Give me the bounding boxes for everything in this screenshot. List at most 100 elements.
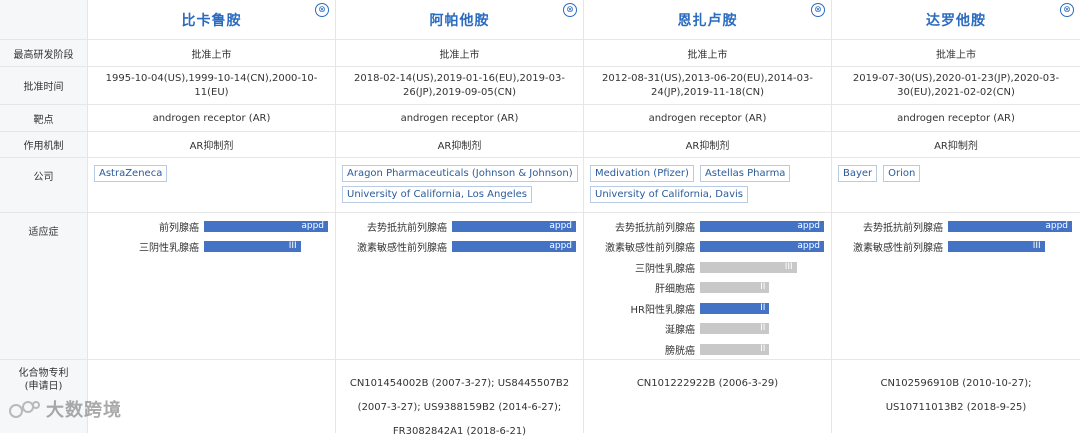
indication-name[interactable]: 激素敏感性前列腺癌 (584, 239, 700, 254)
row-stage: 最高研发阶段 批准上市 批准上市 批准上市 批准上市 (0, 40, 1080, 67)
target-value[interactable]: androgen receptor (AR) (88, 105, 336, 131)
row-label: 靶点 (0, 105, 88, 131)
drug-name[interactable]: 恩扎卢胺 (678, 10, 738, 30)
patent-value: CN101454002B (2007-3-27); US8445507B2 (2… (336, 360, 584, 437)
company-tags: AstraZeneca (88, 158, 336, 212)
drug-name[interactable]: 达罗他胺 (926, 10, 986, 30)
patent-value: CN101222922B (2006-3-29) (584, 360, 832, 433)
indication-bar-track: II (700, 343, 824, 355)
stage-value: 批准上市 (336, 40, 584, 66)
company-tag[interactable]: Astellas Pharma (699, 165, 791, 182)
company-tag[interactable]: Aragon Pharmaceuticals (Johnson & Johnso… (342, 165, 578, 182)
indication-list: 去势抵抗前列腺癌 appd 激素敏感性前列腺癌 appd 三阴性乳腺癌 III 肝细胞癌 II… (584, 213, 832, 359)
indication-stage-bar: II (700, 323, 770, 335)
indication-item: 膀胱癌 II (584, 339, 831, 360)
indication-name[interactable]: 涎腺癌 (584, 321, 700, 336)
patent-value (88, 360, 336, 433)
approval-value: 2012-08-31(US),2013-06-20(EU),2014-03-24… (584, 67, 832, 104)
indication-bar-track: appd (204, 220, 328, 232)
indication-item: 激素敏感性前列腺癌 III (832, 237, 1080, 258)
row-label: 最高研发阶段 (0, 40, 88, 66)
mechanism-value: AR抑制剂 (584, 132, 832, 157)
indication-stage-bar: III (204, 241, 301, 253)
company-tag[interactable]: University of California, Los Angeles (342, 186, 533, 203)
indication-name[interactable]: 肝细胞癌 (584, 280, 700, 295)
row-mechanism: 作用机制 AR抑制剂 AR抑制剂 AR抑制剂 AR抑制剂 (0, 132, 1080, 158)
company-tags: Medivation (Pfizer) Astellas Pharma Univ… (584, 158, 832, 212)
approval-value: 2018-02-14(US),2019-01-16(EU),2019-03-26… (336, 67, 584, 104)
company-tag[interactable]: University of California, Davis (590, 186, 749, 203)
indication-bar-track: appd (452, 220, 576, 232)
row-label: 批准时间 (0, 67, 88, 104)
indication-stage-bar: II (700, 302, 770, 314)
company-tag[interactable]: AstraZeneca (94, 165, 168, 182)
row-company: 公司 AstraZeneca Aragon Pharmaceuticals (J… (0, 158, 1080, 213)
mechanism-value: AR抑制剂 (934, 141, 978, 152)
watermark-logo-icon (9, 401, 40, 418)
comparison-table: 比卡鲁胺 ⊗ 阿帕他胺 ⊗ 恩扎卢胺 ⊗ 达罗他胺 ⊗ 最高研发阶段 批准上市 … (0, 0, 1080, 437)
row-label: 作用机制 (0, 132, 88, 157)
indication-bar-track: II (700, 282, 824, 294)
indication-bar-track: II (700, 323, 824, 335)
indication-item: HR阳性乳腺癌 II (584, 298, 831, 319)
stage-value: 批准上市 (88, 40, 336, 66)
target-value[interactable]: androgen receptor (AR) (832, 105, 1080, 131)
indication-item: 激素敏感性前列腺癌 appd (336, 237, 583, 258)
indication-item: 去势抵抗前列腺癌 appd (336, 216, 583, 237)
drug-name[interactable]: 比卡鲁胺 (182, 10, 242, 30)
indication-item: 去势抵抗前列腺癌 appd (584, 216, 831, 237)
indication-bar-track: appd (452, 241, 576, 253)
approval-value: 2019-07-30(US),2020-01-23(JP),2020-03-30… (852, 72, 1060, 98)
company-tags: Aragon Pharmaceuticals (Johnson & Johnso… (336, 158, 584, 212)
close-icon[interactable]: ⊗ (811, 3, 825, 17)
stage-value: 批准上市 (584, 40, 832, 66)
header-row: 比卡鲁胺 ⊗ 阿帕他胺 ⊗ 恩扎卢胺 ⊗ 达罗他胺 ⊗ (0, 0, 1080, 40)
row-label: 适应症 (0, 213, 88, 359)
indication-stage-bar: III (700, 261, 797, 273)
close-icon[interactable]: ⊗ (563, 3, 577, 17)
indication-stage-bar: II (700, 282, 770, 294)
target-value[interactable]: androgen receptor (AR) (584, 105, 832, 131)
watermark: 大数跨境 (8, 396, 122, 422)
indication-stage-bar: appd (204, 220, 328, 232)
drug-header-1: 比卡鲁胺 ⊗ (88, 0, 336, 39)
indication-name[interactable]: 三阴性乳腺癌 (88, 239, 204, 254)
row-target: 靶点 androgen receptor (AR) androgen recep… (0, 105, 1080, 132)
stage-value: 批准上市 (936, 49, 976, 61)
indication-item: 涎腺癌 II (584, 319, 831, 340)
indication-name[interactable]: 三阴性乳腺癌 (584, 260, 700, 275)
close-icon[interactable]: ⊗ (1060, 3, 1074, 17)
indication-stage-bar: appd (452, 220, 576, 232)
indication-name[interactable]: 膀胱癌 (584, 342, 700, 357)
indication-name[interactable]: 去势抵抗前列腺癌 (832, 219, 948, 234)
drug-header-4: 达罗他胺 ⊗ (832, 0, 1080, 39)
indication-name[interactable]: 激素敏感性前列腺癌 (832, 239, 948, 254)
indication-item: 三阴性乳腺癌 III (584, 257, 831, 278)
mechanism-value: AR抑制剂 (88, 132, 336, 157)
indication-item: 去势抵抗前列腺癌 appd (832, 216, 1080, 237)
company-tag[interactable]: Medivation (Pfizer) (590, 165, 694, 182)
drug-name[interactable]: 阿帕他胺 (430, 10, 490, 30)
header-corner (0, 0, 88, 39)
company-tag[interactable]: Orion (883, 165, 921, 182)
target-value[interactable]: androgen receptor (AR) (336, 105, 584, 131)
close-icon[interactable]: ⊗ (315, 3, 329, 17)
watermark-text: 大数跨境 (46, 400, 122, 421)
indication-name[interactable]: HR阳性乳腺癌 (584, 301, 700, 316)
indication-list: 去势抵抗前列腺癌 appd 激素敏感性前列腺癌 appd (336, 213, 584, 359)
drug-header-2: 阿帕他胺 ⊗ (336, 0, 584, 39)
indication-bar-track: II (700, 302, 824, 314)
indication-name[interactable]: 前列腺癌 (88, 219, 204, 234)
indication-stage-bar: appd (700, 241, 824, 253)
row-indication: 适应症 前列腺癌 appd 三阴性乳腺癌 III 去势抵抗前列腺癌 appd 激素敏感性前… (0, 213, 1080, 360)
company-tag[interactable]: Bayer (838, 165, 878, 182)
indication-bar-track: III (948, 241, 1072, 253)
indication-stage-bar: appd (700, 220, 824, 232)
indication-bar-track: appd (700, 220, 824, 232)
indication-name[interactable]: 去势抵抗前列腺癌 (336, 219, 452, 234)
indication-name[interactable]: 去势抵抗前列腺癌 (584, 219, 700, 234)
company-tags: Bayer Orion (832, 158, 1080, 212)
row-label: 公司 (0, 158, 88, 212)
indication-name[interactable]: 激素敏感性前列腺癌 (336, 239, 452, 254)
indication-list: 去势抵抗前列腺癌 appd 激素敏感性前列腺癌 III (832, 213, 1080, 359)
